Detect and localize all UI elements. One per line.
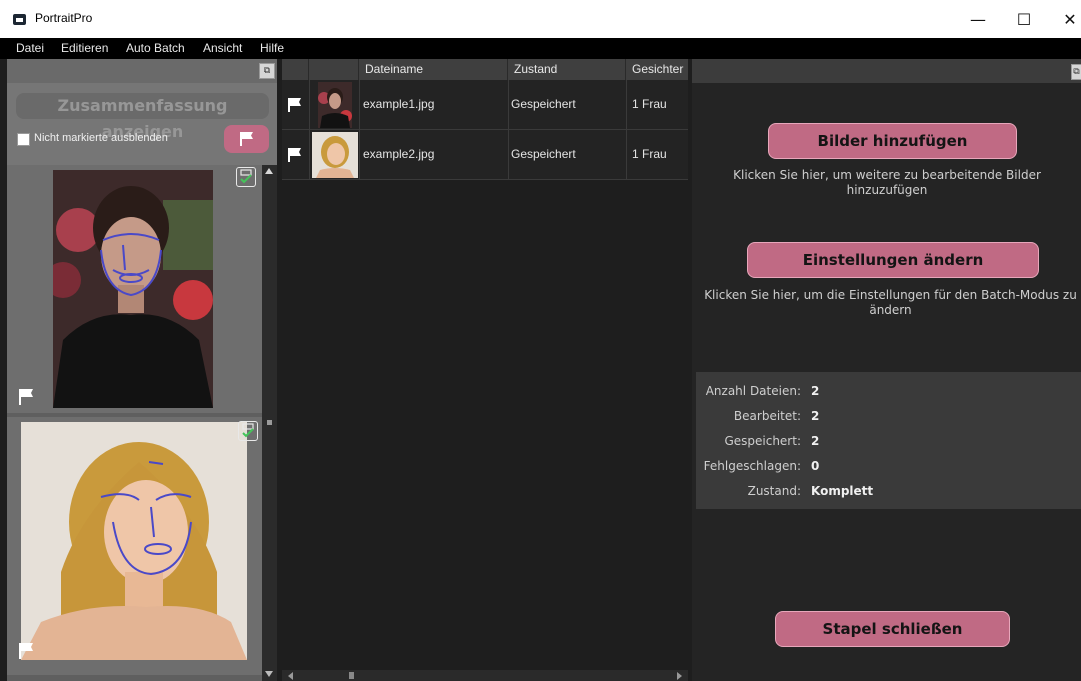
stat-value: 0: [811, 459, 820, 473]
hide-unmarked-label: Nicht markierte ausblenden: [34, 132, 168, 144]
app-icon: [13, 14, 26, 25]
stat-value: 2: [811, 409, 820, 423]
scroll-right-icon[interactable]: [677, 672, 682, 680]
file-table: Dateiname Zustand Gesichter example1.jpg…: [282, 59, 688, 681]
maximize-button[interactable]: ☐: [1001, 4, 1047, 34]
thumb-column-header[interactable]: [309, 59, 359, 80]
close-button[interactable]: ✕: [1047, 4, 1081, 34]
flag-filter-button[interactable]: [224, 125, 269, 153]
row-faces: 1 Frau: [632, 147, 667, 161]
stat-label: Bearbeitet:: [733, 409, 801, 423]
stat-label: Gespeichert:: [724, 434, 801, 448]
undock-icon[interactable]: ⧉: [259, 63, 275, 79]
stat-value: 2: [811, 384, 820, 398]
horizontal-scrollbar[interactable]: [282, 670, 688, 681]
flag-icon[interactable]: [287, 147, 303, 163]
table-row[interactable]: example1.jpg Gespeichert 1 Frau: [282, 80, 688, 130]
minimize-button[interactable]: —: [955, 4, 1001, 34]
menu-editieren[interactable]: Editieren: [61, 41, 108, 55]
flag-column-header[interactable]: [282, 59, 309, 80]
close-batch-button[interactable]: Stapel schließen: [775, 611, 1010, 647]
stat-label: Anzahl Dateien:: [705, 384, 801, 398]
menu-ansicht[interactable]: Ansicht: [203, 41, 242, 55]
thumbnail-card[interactable]: [7, 165, 262, 413]
stat-value: Komplett: [811, 484, 874, 498]
window-title: PortraitPro: [35, 11, 93, 25]
vertical-scrollbar[interactable]: [262, 165, 277, 681]
flag-icon[interactable]: [287, 97, 303, 113]
scroll-up-icon[interactable]: [265, 168, 273, 174]
row-filename: example2.jpg: [363, 147, 435, 161]
panel-header: ⧉: [7, 59, 277, 83]
row-thumbnail: [318, 82, 352, 128]
portrait-thumbnail-2: [21, 422, 247, 660]
row-thumbnail: [312, 132, 358, 178]
menu-datei[interactable]: Datei: [16, 41, 44, 55]
portrait-thumbnail-1: [53, 170, 213, 408]
change-settings-hint: Klicken Sie hier, um die Einstellungen f…: [704, 288, 1077, 317]
undock-icon[interactable]: ⧉: [1071, 64, 1081, 80]
flag-icon: [240, 132, 253, 146]
scroll-down-icon[interactable]: [265, 671, 273, 677]
column-header-filename[interactable]: Dateiname: [359, 59, 508, 80]
title-bar: PortraitPro — ☐ ✕: [0, 0, 1081, 38]
scroll-handle[interactable]: [267, 420, 272, 425]
column-header-status[interactable]: Zustand: [508, 59, 626, 80]
row-faces: 1 Frau: [632, 97, 667, 111]
thumbnail-panel: ⧉ Zusammenfassung anzeigen Nicht markier…: [7, 59, 277, 681]
batch-stats: Anzahl Dateien: 2 Bearbeitet: 2 Gespeich…: [696, 372, 1081, 509]
saved-status-icon: [236, 167, 256, 187]
flag-icon[interactable]: [17, 387, 35, 407]
add-images-hint: Klicken Sie hier, um weitere zu bearbeit…: [733, 168, 1041, 197]
scroll-left-icon[interactable]: [288, 672, 293, 680]
flag-icon[interactable]: [17, 641, 35, 661]
table-row[interactable]: example2.jpg Gespeichert 1 Frau: [282, 130, 688, 180]
column-header-faces[interactable]: Gesichter: [626, 59, 688, 80]
stat-value: 2: [811, 434, 820, 448]
menu-bar: Datei Editieren Auto Batch Ansicht Hilfe: [0, 38, 1081, 59]
add-images-button[interactable]: Bilder hinzufügen: [768, 123, 1017, 159]
batch-panel: ⧉ Bilder hinzufügen Klicken Sie hier, um…: [692, 59, 1081, 681]
saved-status-icon: [238, 421, 258, 441]
change-settings-button[interactable]: Einstellungen ändern: [747, 242, 1039, 278]
thumbnail-card[interactable]: [7, 417, 262, 675]
table-header: Dateiname Zustand Gesichter: [282, 59, 688, 80]
row-status: Gespeichert: [511, 147, 576, 161]
menu-hilfe[interactable]: Hilfe: [260, 41, 284, 55]
row-filename: example1.jpg: [363, 97, 435, 111]
summary-button[interactable]: Zusammenfassung anzeigen: [16, 93, 269, 141]
scroll-handle[interactable]: [349, 672, 354, 679]
hide-unmarked-checkbox[interactable]: [17, 133, 30, 146]
thumbnail-list: [7, 165, 277, 681]
stat-label: Zustand:: [747, 484, 801, 498]
menu-auto-batch[interactable]: Auto Batch: [126, 41, 185, 55]
stat-label: Fehlgeschlagen:: [703, 459, 801, 473]
panel-header: ⧉: [692, 59, 1081, 83]
row-status: Gespeichert: [511, 97, 576, 111]
